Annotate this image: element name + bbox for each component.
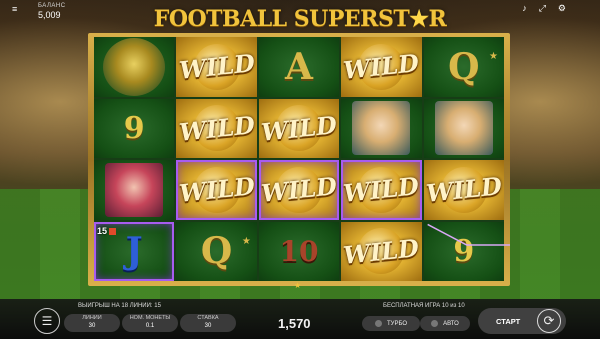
- wild-symbol: WILD: [342, 232, 421, 270]
- reel-cell: WILD: [176, 37, 257, 97]
- card-symbol: Q: [448, 45, 480, 88]
- trophy-symbol: [103, 37, 166, 96]
- star-icon: ★: [241, 235, 251, 247]
- win-info: ВЫИГРЫШ НА 18 ЛИНИИ: 15: [78, 303, 161, 309]
- reel-cell: Q ★: [423, 37, 504, 97]
- bet-label: СТАВКА: [197, 315, 219, 321]
- card-symbol: Q: [200, 230, 233, 273]
- wild-symbol: WILD: [259, 171, 339, 209]
- turbo-toggle[interactable]: ТУРБО: [362, 316, 420, 331]
- reel-cell: A: [258, 37, 340, 97]
- card-symbol: A: [285, 45, 313, 88]
- wild-symbol: WILD: [177, 109, 256, 147]
- spin-icon[interactable]: ⟳: [537, 309, 561, 333]
- frame-star-icon: ★: [294, 281, 302, 290]
- portrait-symbol: [434, 101, 493, 156]
- wild-symbol: WILD: [259, 109, 339, 147]
- reel-cell: J 15: [94, 221, 175, 281]
- reel-cell: [423, 98, 504, 158]
- card-symbol: 10: [279, 234, 319, 268]
- total-win: 1,570: [278, 316, 311, 331]
- reel-cell: WILD: [176, 160, 257, 220]
- chip-icon: [109, 227, 117, 235]
- menu-button[interactable]: ☰: [34, 308, 60, 334]
- lines-control[interactable]: ЛИНИИ 30: [64, 314, 120, 332]
- reel-cell: WILD: [423, 160, 504, 220]
- coin-label: НОМ. МОНЕТЫ: [129, 315, 171, 321]
- reel-cell: WILD: [176, 98, 257, 158]
- reel-cell: 9: [423, 221, 504, 281]
- reel-cell: 10: [258, 221, 340, 281]
- toggle-dot-icon: [374, 320, 382, 327]
- card-symbol: 9: [123, 110, 145, 146]
- reel-cell: 9: [94, 98, 175, 158]
- turbo-label: ТУРБО: [386, 320, 407, 327]
- auto-label: АВТО: [443, 320, 459, 327]
- reel-cell: [341, 98, 422, 158]
- auto-button[interactable]: АВТО: [420, 316, 470, 331]
- reel-cell: Q ★: [176, 221, 257, 281]
- reel-cell: [94, 160, 175, 220]
- wild-symbol: WILD: [177, 171, 256, 209]
- coin-value: 0.1: [145, 322, 155, 329]
- wild-symbol: WILD: [342, 48, 421, 86]
- start-label: СТАРТ: [496, 316, 521, 326]
- reel-cell: WILD: [341, 160, 422, 220]
- lines-value: 30: [88, 322, 96, 329]
- toggle-dot-icon: [431, 320, 439, 327]
- wild-symbol: WILD: [177, 48, 256, 86]
- reel-frame: WILD A WILD Q ★ 9 WILD WILD WILD WILD WILD WILD J 15 Q…: [88, 33, 510, 286]
- reel-cell: [94, 37, 175, 97]
- star-icon: ★: [489, 51, 498, 62]
- reel-cell: WILD: [341, 37, 422, 97]
- card-symbol: 9: [453, 233, 475, 269]
- reel-cell: WILD: [258, 98, 340, 158]
- lines-label: ЛИНИИ: [82, 315, 102, 321]
- reel-grid: WILD A WILD Q ★ 9 WILD WILD WILD WILD WILD WILD J 15 Q…: [94, 37, 504, 281]
- card-symbol: J: [125, 230, 143, 273]
- reel-cell: WILD: [341, 221, 422, 281]
- wild-symbol: WILD: [342, 171, 421, 209]
- line-win-badge: 15: [97, 226, 117, 236]
- reel-cell: WILD: [258, 160, 340, 220]
- hamburger-icon: ☰: [41, 314, 53, 328]
- game-title: FOOTBALL SUPERST★R: [153, 6, 447, 32]
- wild-symbol: WILD: [424, 171, 504, 209]
- coin-control[interactable]: НОМ. МОНЕТЫ 0.1: [122, 314, 178, 332]
- portrait-symbol: [105, 162, 164, 217]
- bet-control[interactable]: СТАВКА 30: [180, 314, 236, 332]
- portrait-symbol: [352, 101, 411, 156]
- bet-value: 30: [204, 322, 212, 329]
- free-game-info: БЕСПЛАТНАЯ ИГРА 10 из 10: [383, 303, 465, 309]
